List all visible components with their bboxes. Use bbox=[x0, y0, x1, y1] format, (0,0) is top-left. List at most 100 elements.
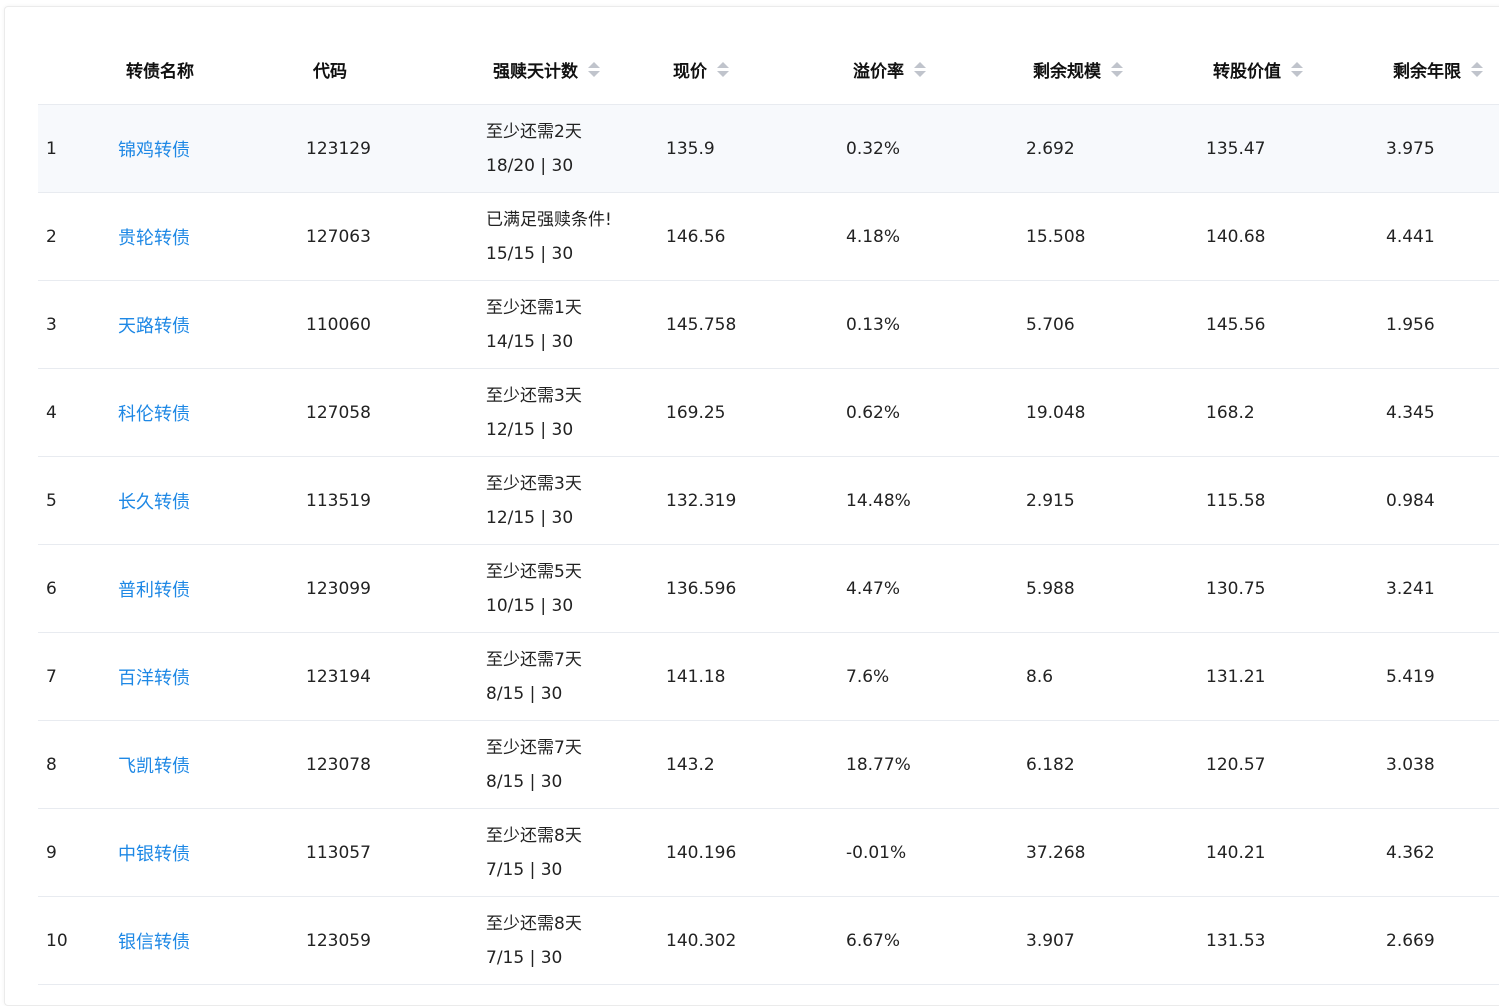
table-row: 4 科伦转债 127058 至少还需3天 12/15 | 30 169.25 0… bbox=[38, 369, 1499, 457]
row-index: 5 bbox=[46, 491, 57, 511]
remaining-years-value: 0.984 bbox=[1386, 491, 1435, 511]
remaining-years-value: 4.362 bbox=[1386, 843, 1435, 863]
remaining-size-value: 37.268 bbox=[1026, 843, 1086, 863]
column-header-remaining-size[interactable]: 剩余规模 bbox=[1033, 57, 1123, 82]
table-row: 2 贵轮转债 127063 已满足强赎条件! 15/15 | 30 146.56… bbox=[38, 193, 1499, 281]
redeem-status: 已满足强赎条件! bbox=[486, 210, 612, 230]
redeem-count-cell: 至少还需3天 12/15 | 30 bbox=[486, 369, 582, 457]
row-index: 9 bbox=[46, 843, 57, 863]
sort-icon[interactable] bbox=[1111, 62, 1123, 77]
column-header-remaining-years[interactable]: 剩余年限 bbox=[1393, 57, 1483, 82]
column-header-conversion-value[interactable]: 转股价值 bbox=[1213, 57, 1303, 82]
remaining-size-value: 2.915 bbox=[1026, 491, 1075, 511]
remaining-size-value: 6.182 bbox=[1026, 755, 1075, 775]
bond-code: 123059 bbox=[306, 931, 371, 951]
premium-value: 4.47% bbox=[846, 579, 901, 599]
price-value: 146.56 bbox=[666, 227, 726, 247]
column-header-price[interactable]: 现价 bbox=[673, 57, 729, 82]
price-value: 141.18 bbox=[666, 667, 726, 687]
conversion-value: 140.68 bbox=[1206, 227, 1266, 247]
bond-code: 113519 bbox=[306, 491, 371, 511]
remaining-years-value: 5.419 bbox=[1386, 667, 1435, 687]
redeem-count-cell: 至少还需1天 14/15 | 30 bbox=[486, 281, 582, 369]
remaining-size-value: 15.508 bbox=[1026, 227, 1086, 247]
column-header-code: 代码 bbox=[313, 62, 347, 82]
conversion-value: 168.2 bbox=[1206, 403, 1255, 423]
redeem-progress: 14/15 | 30 bbox=[486, 332, 574, 352]
premium-value: 0.13% bbox=[846, 315, 901, 335]
table-row: 10 银信转债 123059 至少还需8天 7/15 | 30 140.302 … bbox=[38, 897, 1499, 985]
redeem-progress: 8/15 | 30 bbox=[486, 684, 563, 704]
conversion-value: 140.21 bbox=[1206, 843, 1266, 863]
redeem-count-cell: 至少还需2天 18/20 | 30 bbox=[486, 105, 582, 193]
sort-icon[interactable] bbox=[914, 62, 926, 77]
redeem-count-cell: 至少还需3天 12/15 | 30 bbox=[486, 457, 582, 545]
bond-table-card: 转债名称 代码 强赎天计数 现价 溢价率 剩余规模 转股价值 剩余年限 1 锦鸡… bbox=[4, 6, 1499, 1006]
redeem-status: 至少还需7天 bbox=[486, 650, 582, 670]
conversion-value: 130.75 bbox=[1206, 579, 1266, 599]
table-row: 3 天路转债 110060 至少还需1天 14/15 | 30 145.758 … bbox=[38, 281, 1499, 369]
remaining-years-value: 3.038 bbox=[1386, 755, 1435, 775]
premium-value: 4.18% bbox=[846, 227, 901, 247]
conversion-value: 145.56 bbox=[1206, 315, 1266, 335]
redeem-status: 至少还需8天 bbox=[486, 914, 582, 934]
redeem-progress: 10/15 | 30 bbox=[486, 596, 574, 616]
row-index: 6 bbox=[46, 579, 57, 599]
premium-value: 0.32% bbox=[846, 139, 901, 159]
bond-name-link[interactable]: 长久转债 bbox=[118, 488, 190, 514]
conversion-value: 135.47 bbox=[1206, 139, 1266, 159]
price-value: 132.319 bbox=[666, 491, 737, 511]
row-index: 10 bbox=[46, 931, 68, 951]
bond-name-link[interactable]: 百洋转债 bbox=[118, 664, 190, 690]
bond-code: 113057 bbox=[306, 843, 371, 863]
redeem-count-cell: 至少还需8天 7/15 | 30 bbox=[486, 897, 582, 985]
redeem-progress: 18/20 | 30 bbox=[486, 156, 574, 176]
bond-name-link[interactable]: 锦鸡转债 bbox=[118, 136, 190, 162]
bond-code: 127063 bbox=[306, 227, 371, 247]
premium-value: 14.48% bbox=[846, 491, 911, 511]
remaining-size-value: 19.048 bbox=[1026, 403, 1086, 423]
table-row: 5 长久转债 113519 至少还需3天 12/15 | 30 132.319 … bbox=[38, 457, 1499, 545]
bond-name-link[interactable]: 天路转债 bbox=[118, 312, 190, 338]
bond-name-link[interactable]: 银信转债 bbox=[118, 928, 190, 954]
bond-name-link[interactable]: 贵轮转债 bbox=[118, 224, 190, 250]
bond-name-link[interactable]: 普利转债 bbox=[118, 576, 190, 602]
redeem-status: 至少还需3天 bbox=[486, 386, 582, 406]
redeem-status: 至少还需7天 bbox=[486, 738, 582, 758]
remaining-years-value: 3.975 bbox=[1386, 139, 1435, 159]
bond-name-link[interactable]: 科伦转债 bbox=[118, 400, 190, 426]
sort-icon[interactable] bbox=[1291, 62, 1303, 77]
bond-code: 123078 bbox=[306, 755, 371, 775]
remaining-size-value: 5.988 bbox=[1026, 579, 1075, 599]
sort-icon[interactable] bbox=[717, 62, 729, 77]
remaining-years-value: 4.441 bbox=[1386, 227, 1435, 247]
table-row: 9 中银转债 113057 至少还需8天 7/15 | 30 140.196 -… bbox=[38, 809, 1499, 897]
remaining-years-value: 2.669 bbox=[1386, 931, 1435, 951]
bond-name-link[interactable]: 飞凯转债 bbox=[118, 752, 190, 778]
redeem-count-cell: 至少还需7天 8/15 | 30 bbox=[486, 633, 582, 721]
redeem-status: 至少还需5天 bbox=[486, 562, 582, 582]
sort-icon[interactable] bbox=[1471, 62, 1483, 77]
sort-icon[interactable] bbox=[588, 62, 600, 77]
remaining-size-value: 8.6 bbox=[1026, 667, 1054, 687]
bond-code: 123099 bbox=[306, 579, 371, 599]
price-value: 140.302 bbox=[666, 931, 737, 951]
column-header-redeem-count[interactable]: 强赎天计数 bbox=[493, 57, 600, 82]
remaining-years-value: 4.345 bbox=[1386, 403, 1435, 423]
remaining-size-value: 2.692 bbox=[1026, 139, 1075, 159]
table-row: 8 飞凯转债 123078 至少还需7天 8/15 | 30 143.2 18.… bbox=[38, 721, 1499, 809]
redeem-status: 至少还需8天 bbox=[486, 826, 582, 846]
redeem-count-cell: 至少还需7天 8/15 | 30 bbox=[486, 721, 582, 809]
premium-value: 6.67% bbox=[846, 931, 901, 951]
redeem-progress: 15/15 | 30 bbox=[486, 244, 574, 264]
price-value: 136.596 bbox=[666, 579, 737, 599]
redeem-count-cell: 已满足强赎条件! 15/15 | 30 bbox=[486, 193, 612, 281]
column-header-premium[interactable]: 溢价率 bbox=[853, 57, 926, 82]
redeem-count-cell: 至少还需8天 7/15 | 30 bbox=[486, 809, 582, 897]
row-index: 1 bbox=[46, 139, 57, 159]
bond-name-link[interactable]: 中银转债 bbox=[118, 840, 190, 866]
bond-code: 110060 bbox=[306, 315, 371, 335]
redeem-progress: 8/15 | 30 bbox=[486, 772, 563, 792]
conversion-value: 131.53 bbox=[1206, 931, 1266, 951]
conversion-value: 120.57 bbox=[1206, 755, 1266, 775]
